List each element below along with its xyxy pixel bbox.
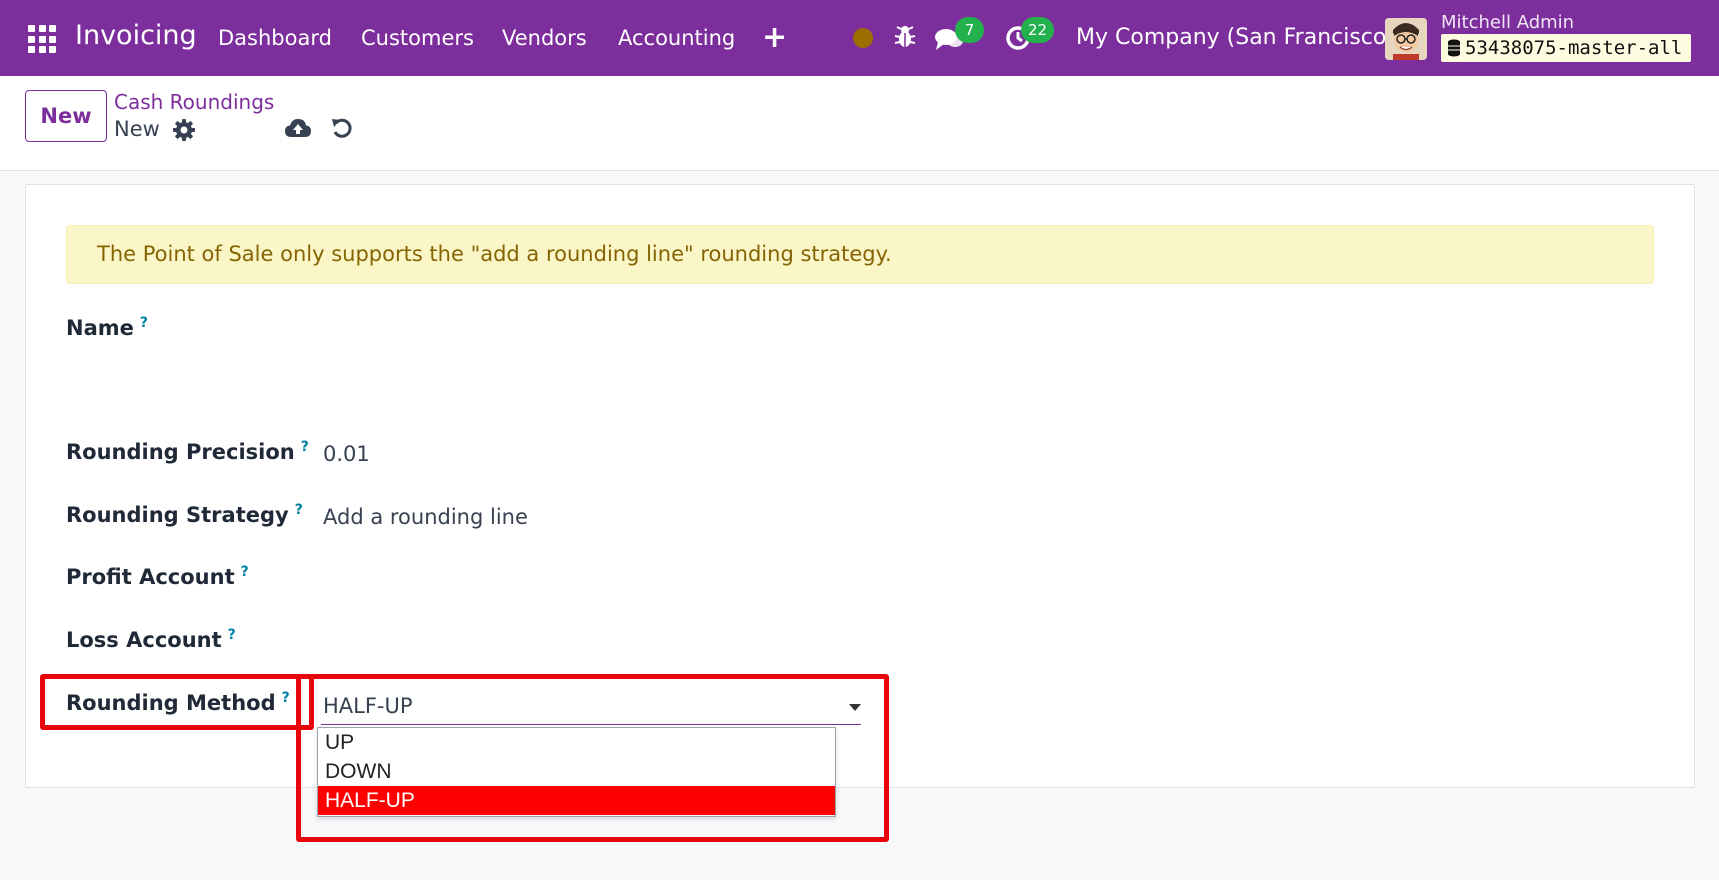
- loss-account-field[interactable]: [323, 627, 863, 657]
- profit-account-label: Profit Account?: [66, 564, 249, 589]
- highlight-select-box: [296, 674, 889, 842]
- rounding-strategy-help[interactable]: ?: [295, 502, 303, 518]
- profit-account-field[interactable]: [323, 564, 863, 594]
- database-badge: 53438075-master-all: [1441, 34, 1691, 62]
- undo-icon[interactable]: [330, 116, 354, 140]
- avatar-image: [1385, 18, 1427, 60]
- name-input[interactable]: [323, 315, 1623, 375]
- new-button[interactable]: New: [25, 90, 107, 142]
- chat-badge: 7: [955, 17, 984, 43]
- gear-icon[interactable]: [172, 118, 196, 142]
- name-label: Name?: [66, 315, 148, 340]
- rounding-strategy-label-text: Rounding Strategy: [66, 503, 289, 527]
- activity-badge: 22: [1021, 17, 1054, 43]
- name-label-text: Name: [66, 316, 134, 340]
- menu-vendors[interactable]: Vendors: [502, 26, 587, 50]
- rounding-strategy-field[interactable]: Add a rounding line: [323, 505, 528, 529]
- database-name: 53438075-master-all: [1465, 37, 1683, 59]
- control-panel: New Cash Roundings New: [0, 76, 1719, 171]
- rounding-strategy-label: Rounding Strategy?: [66, 502, 303, 527]
- loss-account-help[interactable]: ?: [228, 627, 236, 643]
- bug-icon[interactable]: [893, 24, 917, 50]
- rounding-precision-field[interactable]: 0.01: [323, 442, 370, 466]
- menu-customers[interactable]: Customers: [361, 26, 474, 50]
- database-icon: [1448, 39, 1460, 57]
- breadcrumb-current: New: [114, 117, 160, 141]
- apps-grid-icon[interactable]: [28, 25, 56, 53]
- rounding-precision-label-text: Rounding Precision: [66, 440, 295, 464]
- top-navbar: Invoicing Dashboard Customers Vendors Ac…: [0, 0, 1719, 76]
- app-name[interactable]: Invoicing: [75, 20, 197, 51]
- profit-account-label-text: Profit Account: [66, 565, 235, 589]
- form-sheet: The Point of Sale only supports the "add…: [25, 184, 1695, 842]
- loss-account-label: Loss Account?: [66, 627, 236, 652]
- avatar[interactable]: [1385, 18, 1427, 60]
- name-help[interactable]: ?: [140, 315, 148, 331]
- menu-accounting[interactable]: Accounting: [618, 26, 735, 50]
- company-switcher[interactable]: My Company (San Francisco): [1076, 25, 1395, 50]
- loss-account-label-text: Loss Account: [66, 628, 222, 652]
- breadcrumb-cash-roundings[interactable]: Cash Roundings: [114, 90, 274, 114]
- profit-account-help[interactable]: ?: [241, 564, 249, 580]
- rounding-precision-help[interactable]: ?: [301, 439, 309, 455]
- cloud-upload-icon[interactable]: [284, 116, 312, 140]
- user-name[interactable]: Mitchell Admin: [1441, 12, 1574, 33]
- status-dot[interactable]: [853, 28, 873, 48]
- pos-warning-alert: The Point of Sale only supports the "add…: [66, 225, 1654, 284]
- rounding-precision-label: Rounding Precision?: [66, 439, 309, 464]
- plus-icon[interactable]: +: [762, 20, 787, 55]
- highlight-label-box: [40, 674, 314, 730]
- menu-dashboard[interactable]: Dashboard: [218, 26, 332, 50]
